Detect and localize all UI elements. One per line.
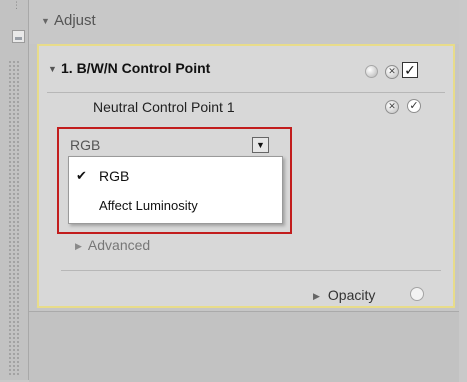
divider: [61, 270, 441, 271]
neutral-control-point-row[interactable]: Neutral Control Point 1 ✕ ✓: [39, 94, 453, 130]
delete-neutral-point-button[interactable]: ✕: [385, 100, 399, 114]
collapse-triangle-icon[interactable]: ▼: [41, 16, 50, 26]
color-dot-icon[interactable]: [365, 65, 378, 78]
control-point-title: 1. B/W/N Control Point: [61, 60, 211, 76]
highlight-annotation-box: [57, 127, 292, 234]
advanced-label: Advanced: [87, 237, 151, 253]
resize-grip[interactable]: [8, 60, 20, 375]
adjust-section-header[interactable]: ▼ Adjust: [29, 0, 459, 44]
advanced-expander[interactable]: ▶ Advanced: [75, 237, 150, 253]
expand-triangle-icon: ▶: [75, 241, 82, 251]
side-strip: ⋮: [0, 0, 29, 380]
delete-control-point-button[interactable]: ✕: [385, 65, 399, 79]
control-point-header[interactable]: ▼ 1. B/W/N Control Point ✕ ✓: [39, 46, 453, 94]
opacity-radio[interactable]: [410, 287, 424, 301]
adjust-title: Adjust: [54, 12, 96, 29]
thumbnail-icon[interactable]: [12, 30, 25, 43]
opacity-expander[interactable]: ▶ Opacity: [313, 287, 375, 303]
expand-triangle-icon: ▶: [313, 291, 320, 301]
opacity-label: Opacity: [327, 287, 376, 303]
grip-handle-icon[interactable]: ⋮: [12, 0, 21, 10]
divider: [47, 92, 445, 93]
enable-control-point-checkbox[interactable]: ✓: [402, 62, 418, 78]
empty-panel-area: [29, 312, 459, 382]
collapse-triangle-icon[interactable]: ▼: [48, 64, 57, 74]
neutral-point-check-icon[interactable]: ✓: [407, 99, 421, 113]
neutral-control-point-label: Neutral Control Point 1: [93, 99, 235, 115]
